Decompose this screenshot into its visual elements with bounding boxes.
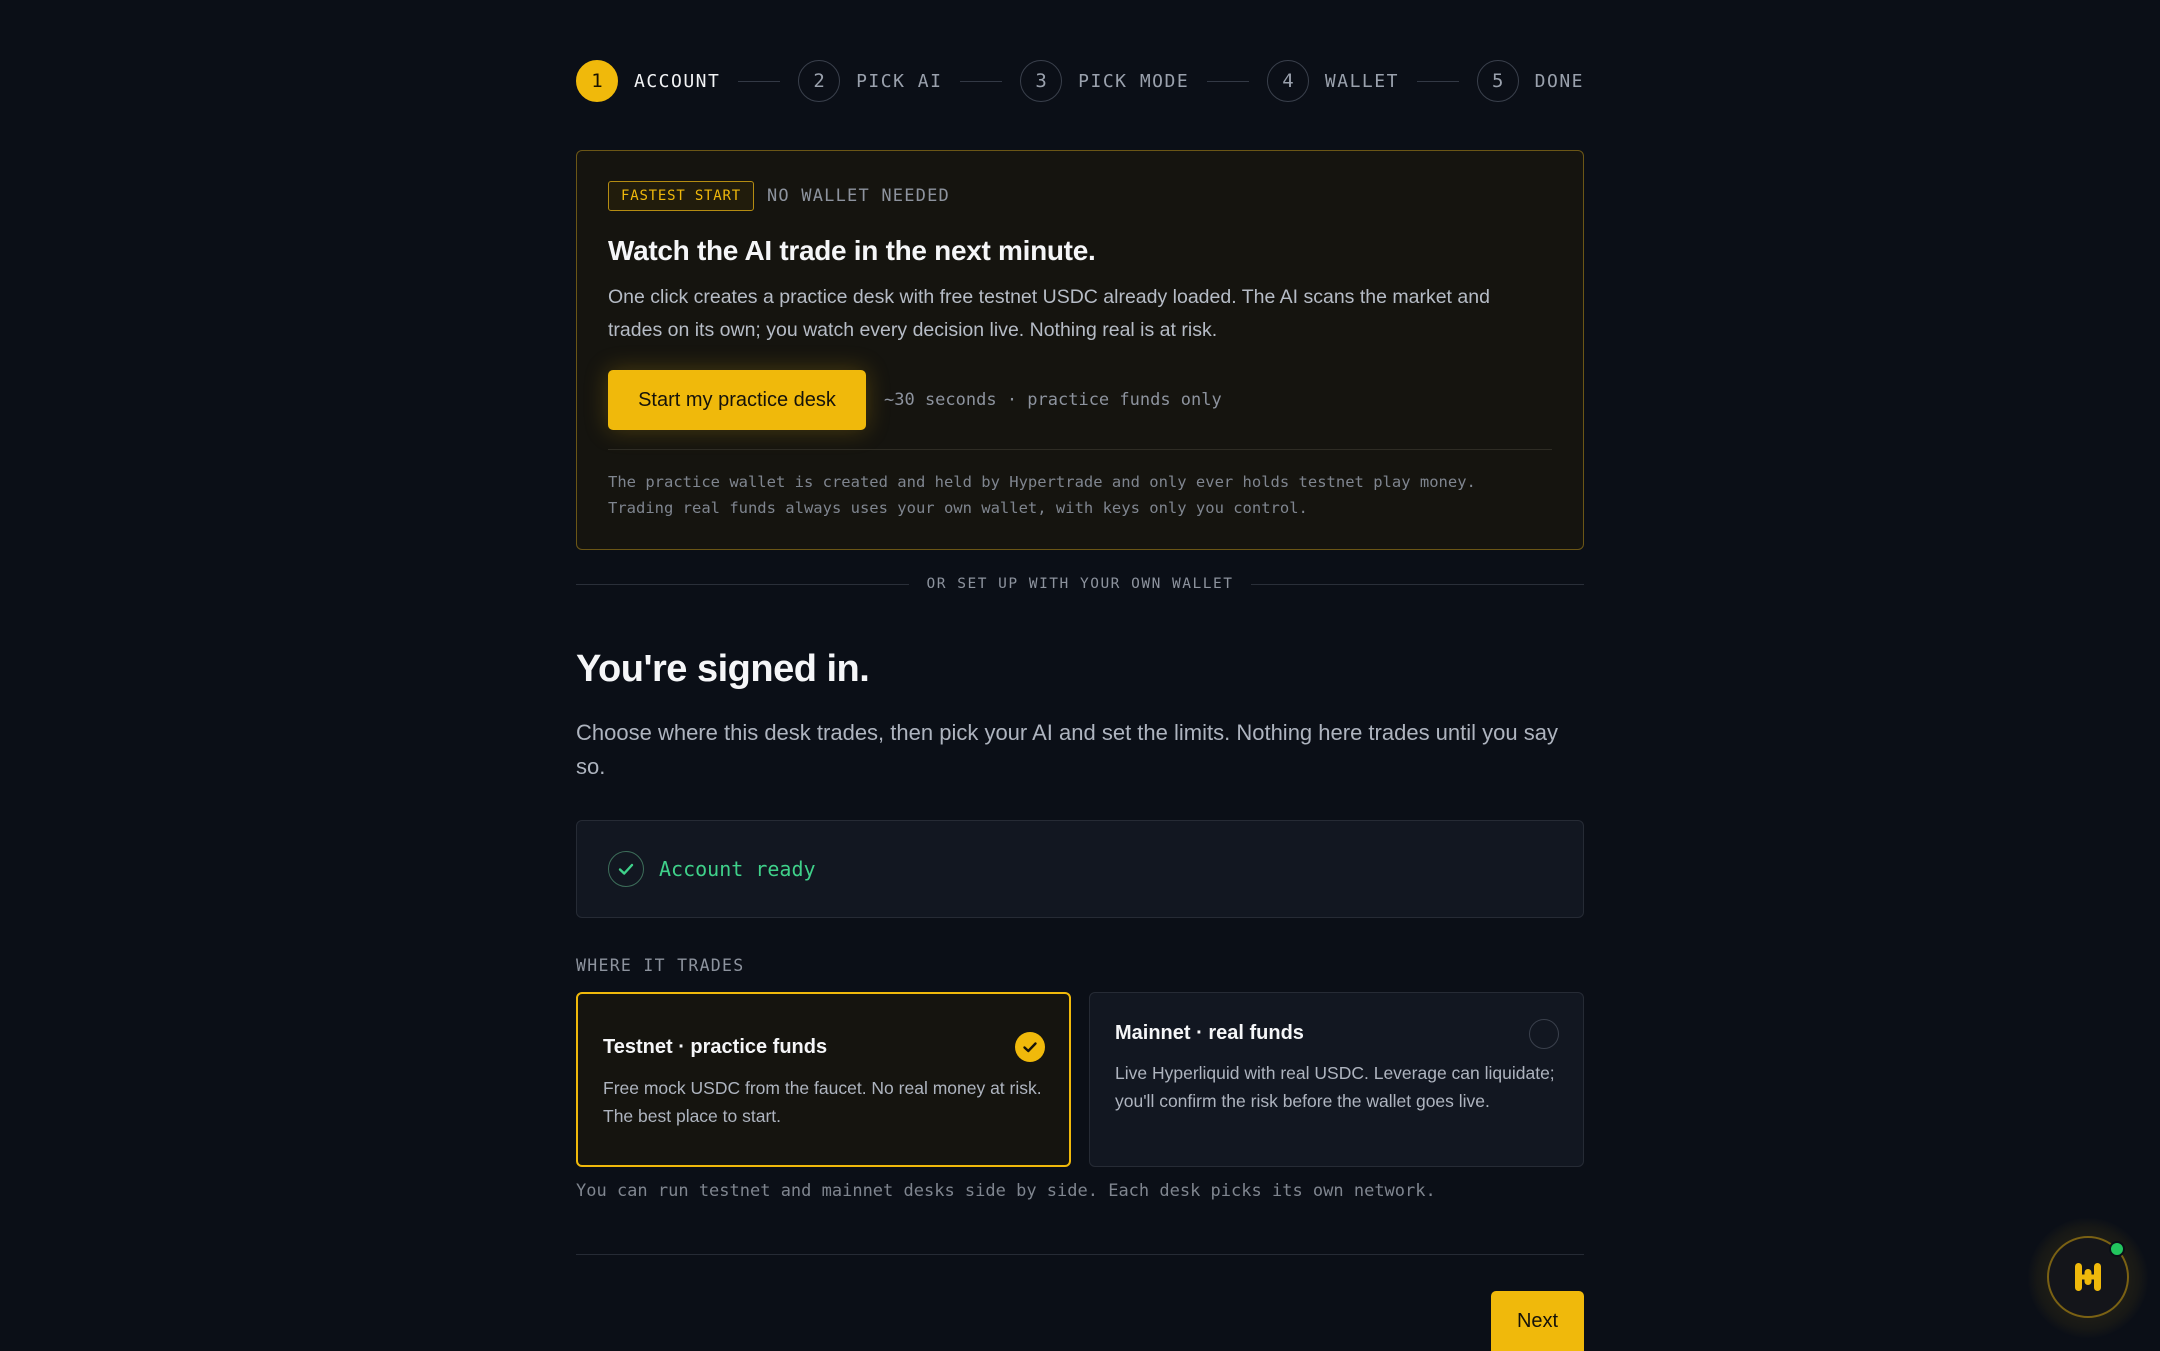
disclaimer-line-1: The practice wallet is created and held … <box>608 473 1476 491</box>
network-option-testnet[interactable]: Testnet · practice funds Free mock USDC … <box>576 992 1071 1167</box>
next-button[interactable]: Next <box>1491 1291 1584 1351</box>
step-number: 1 <box>576 60 618 102</box>
network-note: You can run testnet and mainnet desks si… <box>576 1181 1436 1201</box>
or-divider-text: OR SET UP WITH YOUR OWN WALLET <box>926 576 1234 592</box>
step-number: 5 <box>1476 60 1519 102</box>
or-divider: OR SET UP WITH YOUR OWN WALLET <box>576 576 1584 592</box>
account-status-card: Account ready <box>576 820 1584 918</box>
check-icon <box>1015 1032 1045 1062</box>
step-connector <box>1416 80 1459 82</box>
step-connector <box>738 80 781 82</box>
radio-empty-icon[interactable] <box>1529 1019 1559 1049</box>
badge-row: FASTEST START NO WALLET NEEDED <box>608 181 950 211</box>
page-description: Choose where this desk trades, then pick… <box>576 720 1558 779</box>
step-done[interactable]: 5 DONE <box>1476 60 1585 102</box>
step-pick-mode[interactable]: 3 PICK MODE <box>1020 60 1189 102</box>
card-divider <box>608 449 1552 450</box>
account-status-text: Account ready <box>659 857 816 881</box>
step-label: PICK AI <box>856 70 943 92</box>
step-label: WALLET <box>1324 70 1399 92</box>
no-wallet-label: NO WALLET NEEDED <box>766 186 950 206</box>
practice-wallet-disclaimer: The practice wallet is created and held … <box>608 469 1548 521</box>
check-icon <box>608 851 644 887</box>
online-status-dot <box>2109 1241 2125 1257</box>
network-option-mainnet[interactable]: Mainnet · real funds Live Hyperliquid wi… <box>1089 992 1584 1167</box>
section-label: WHERE IT TRADES <box>576 956 745 975</box>
practice-card-title: Watch the AI trade in the next minute. <box>608 235 1096 266</box>
disclaimer-line-2: Trading real funds always uses your own … <box>608 499 1308 517</box>
start-practice-desk-button[interactable]: Start my practice desk <box>608 370 866 430</box>
step-account[interactable]: 1 ACCOUNT <box>576 60 720 102</box>
step-number: 3 <box>1020 60 1063 102</box>
step-pick-ai[interactable]: 2 PICK AI <box>798 60 942 102</box>
page-title: You're signed in. <box>576 648 870 690</box>
step-label: ACCOUNT <box>634 70 721 92</box>
step-connector <box>960 80 1003 82</box>
hypertrade-logo-icon <box>2075 1263 2101 1291</box>
step-label: PICK MODE <box>1078 70 1190 92</box>
practice-desk-card: FASTEST START NO WALLET NEEDED Watch the… <box>576 150 1584 550</box>
option-description: Live Hyperliquid with real USDC. Leverag… <box>1115 1063 1555 1111</box>
cta-note: ~30 seconds · practice funds only <box>884 390 1222 410</box>
step-label: DONE <box>1534 70 1585 92</box>
option-title: Testnet · practice funds <box>603 1036 828 1058</box>
option-title: Mainnet · real funds <box>1115 1022 1304 1044</box>
onboarding-stepper: 1 ACCOUNT 2 PICK AI 3 PICK MODE 4 WALLET… <box>576 60 1584 102</box>
step-connector <box>1207 80 1249 82</box>
divider-line <box>1251 583 1584 585</box>
step-number: 4 <box>1266 60 1309 102</box>
option-description: Free mock USDC from the faucet. No real … <box>603 1078 1042 1126</box>
fastest-start-badge: FASTEST START <box>608 181 754 211</box>
footer-divider <box>576 1254 1584 1255</box>
step-wallet[interactable]: 4 WALLET <box>1266 60 1399 102</box>
practice-card-description: One click creates a practice desk with f… <box>608 286 1490 341</box>
step-number: 2 <box>798 60 841 102</box>
cta-row: Start my practice desk ~30 seconds · pra… <box>608 370 1222 430</box>
divider-line <box>576 583 909 585</box>
